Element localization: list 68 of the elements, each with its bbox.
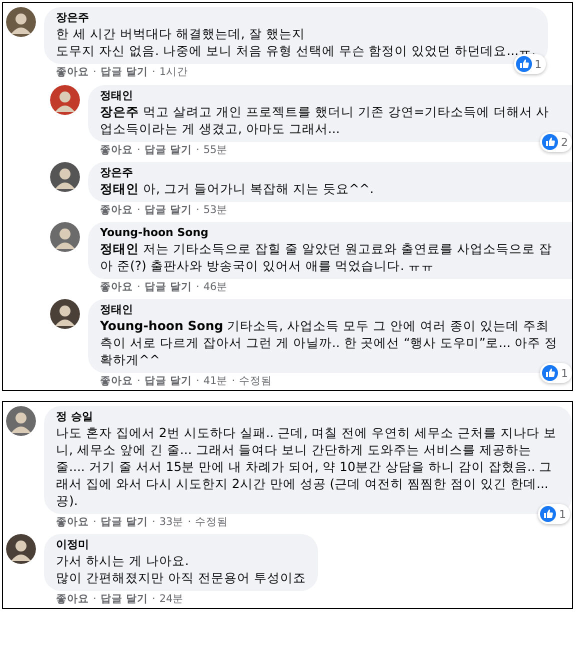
reaction-count: 1 (534, 58, 542, 70)
like-icon (540, 506, 556, 522)
avatar-icon[interactable] (50, 299, 80, 329)
separator: · (152, 592, 156, 606)
reaction-badge[interactable]: 1 (514, 54, 546, 74)
avatar-icon[interactable] (50, 222, 80, 252)
avatar-icon[interactable] (6, 534, 36, 564)
reaction-count: 1 (561, 366, 568, 380)
separator: · (93, 515, 96, 529)
reaction-count: 2 (561, 136, 568, 148)
author-name[interactable]: 이정미 (56, 538, 306, 552)
timestamp[interactable]: 55분 (203, 143, 228, 157)
separator: · (188, 515, 192, 529)
timestamp[interactable]: 53분 (203, 203, 228, 217)
separator: · (196, 280, 200, 294)
action-link[interactable]: 답글 달기 (144, 143, 192, 157)
action-link[interactable]: 좋아요 (56, 592, 89, 606)
separator: · (137, 143, 140, 157)
comment-text: 정태인 저는 기타소득으로 잡힐 줄 알았던 원고료와 출연료를 사업소득으로 잡아 준(?) 출판사와 방송국이 있어서 애를 먹었습니다. ㅠㅠ (100, 240, 553, 274)
avatar-icon[interactable] (50, 162, 80, 192)
comment-text: 가서 하시는 게 나아요. 많이 간편해졌지만 아직 전문용어 투성이죠 (56, 552, 306, 586)
separator: · (196, 374, 200, 388)
separator: · (137, 374, 140, 388)
action-link[interactable]: 답글 달기 (144, 374, 192, 388)
reaction-count: 1 (559, 508, 566, 520)
separator: · (232, 374, 236, 388)
author-name[interactable]: 장은주 (56, 11, 536, 25)
action-link[interactable]: 좋아요 (100, 203, 133, 217)
separator: · (93, 592, 96, 606)
action-link[interactable]: 답글 달기 (144, 280, 192, 294)
separator: · (137, 280, 140, 294)
edited-label: 수정됨 (195, 515, 228, 529)
reaction-badge[interactable]: 1 (540, 363, 572, 383)
action-link[interactable]: 좋아요 (100, 280, 133, 294)
reaction-badge[interactable]: 2 (540, 132, 572, 152)
action-link[interactable]: 좋아요 (56, 515, 89, 529)
reaction-badge[interactable]: 1 (538, 504, 570, 524)
action-link[interactable]: 답글 달기 (100, 515, 148, 529)
avatar-icon[interactable] (6, 7, 36, 37)
separator: · (196, 143, 200, 157)
like-icon (542, 365, 558, 381)
action-link[interactable]: 답글 달기 (100, 65, 148, 79)
action-link[interactable]: 답글 달기 (100, 592, 148, 606)
edited-label: 수정됨 (239, 374, 272, 388)
timestamp[interactable]: 46분 (203, 280, 228, 294)
comment-text: 정태인 아, 그거 들어가니 복잡해 지는 듯요^^. (100, 180, 375, 197)
separator: · (137, 203, 140, 217)
avatar-icon[interactable] (6, 406, 36, 436)
timestamp[interactable]: 41분 (203, 374, 228, 388)
action-link[interactable]: 답글 달기 (144, 203, 192, 217)
action-link[interactable]: 좋아요 (100, 143, 133, 157)
avatar-icon[interactable] (50, 85, 80, 115)
author-name[interactable]: 장은주 (100, 166, 560, 180)
timestamp[interactable]: 33분 (159, 515, 184, 529)
separator: · (152, 65, 156, 79)
timestamp[interactable]: 24분 (159, 592, 184, 606)
like-icon (542, 134, 558, 150)
author-name[interactable]: Young-hoon Song (100, 226, 560, 240)
action-link[interactable]: 좋아요 (100, 374, 133, 388)
like-icon (516, 56, 532, 72)
author-name[interactable]: 정태인 (100, 89, 560, 103)
timestamp[interactable]: 1시간 (159, 65, 188, 79)
action-link[interactable]: 좋아요 (56, 65, 89, 79)
author-name[interactable]: 정태인 (100, 303, 560, 317)
separator: · (152, 515, 156, 529)
separator: · (93, 65, 96, 79)
separator: · (196, 203, 200, 217)
author-name[interactable]: 정 승일 (56, 410, 560, 424)
